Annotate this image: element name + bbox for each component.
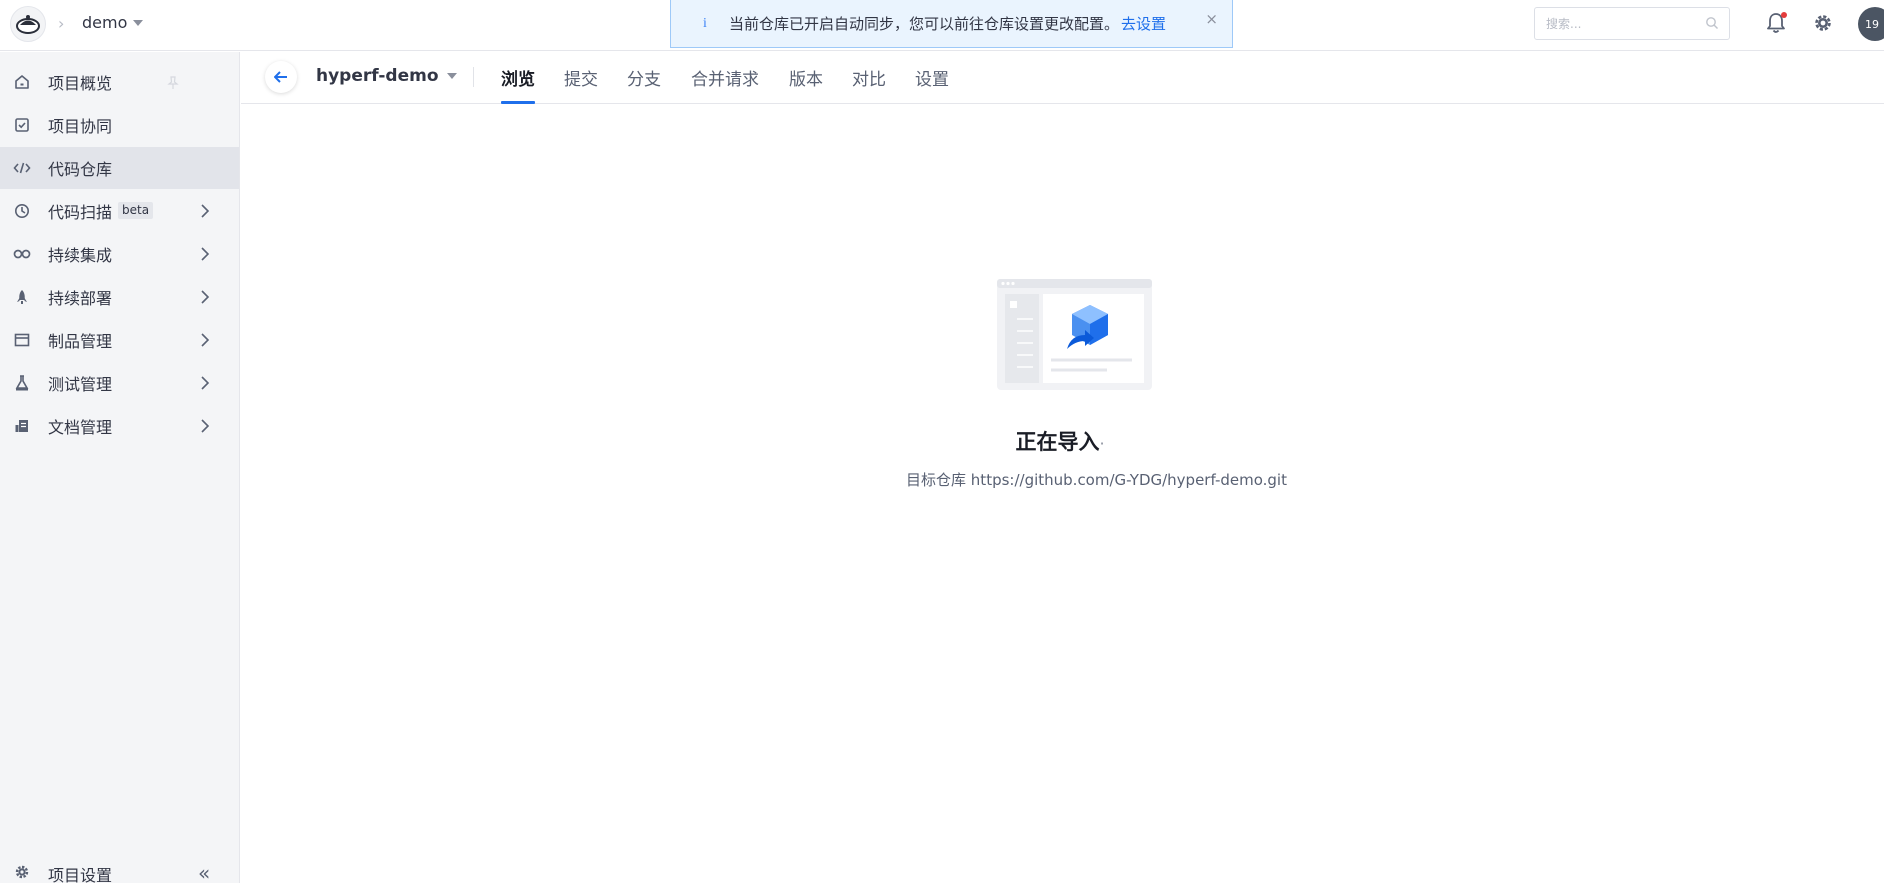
chevron-right-icon xyxy=(200,289,210,309)
importing-illustration xyxy=(997,279,1152,390)
chevron-right-icon xyxy=(200,332,210,352)
sidebar-item-collaboration[interactable]: 项目协同 xyxy=(0,104,239,146)
breadcrumb-project-label: demo xyxy=(82,13,128,32)
app-logo-icon[interactable] xyxy=(10,6,46,42)
import-target-repo: 目标仓库 https://github.com/G-YDG/hyperf-dem… xyxy=(906,471,1287,489)
repo-header: hyperf-demo 浏览 提交 分支 合并请求 版本 对比 设置 xyxy=(241,52,1884,104)
import-status-text: 正在导入 xyxy=(1015,430,1100,454)
notification-dot xyxy=(1781,12,1787,18)
user-avatar[interactable]: 19 xyxy=(1858,7,1884,41)
close-icon[interactable]: × xyxy=(1205,10,1218,28)
tab-compare[interactable]: 对比 xyxy=(852,65,886,104)
sync-notice-banner: i 当前仓库已开启自动同步，您可以前往仓库设置更改配置。 去设置 × xyxy=(670,0,1233,48)
box-icon xyxy=(13,331,31,349)
tab-branches[interactable]: 分支 xyxy=(627,65,661,104)
tab-settings[interactable]: 设置 xyxy=(915,65,949,104)
sidebar-item-label: 代码扫描 xyxy=(48,203,113,222)
top-bar: › demo i 当前仓库已开启自动同步，您可以前往仓库设置更改配置。 去设置 … xyxy=(0,0,1884,51)
tab-commits[interactable]: 提交 xyxy=(564,65,598,104)
sidebar-item-label: 测试管理 xyxy=(48,375,113,394)
search-input[interactable]: 搜索... xyxy=(1534,7,1730,40)
chevron-right-icon xyxy=(200,246,210,266)
infinity-icon xyxy=(13,245,31,263)
breadcrumb-project[interactable]: demo xyxy=(82,13,144,32)
sidebar-item-cd[interactable]: 持续部署 xyxy=(0,276,239,318)
notice-text: 当前仓库已开启自动同步，您可以前往仓库设置更改配置。 xyxy=(729,15,1120,33)
gear-icon[interactable] xyxy=(1812,12,1834,38)
goto-settings-link[interactable]: 去设置 xyxy=(1121,13,1166,34)
back-button[interactable] xyxy=(265,61,297,93)
sidebar-item-label: 代码仓库 xyxy=(48,160,113,179)
pin-icon[interactable] xyxy=(166,75,180,94)
sidebar-item-label: 项目协同 xyxy=(48,117,113,136)
code-icon xyxy=(13,159,31,177)
breadcrumb-separator-icon: › xyxy=(58,14,65,33)
collapse-sidebar-icon[interactable]: « xyxy=(198,863,210,883)
check-square-icon xyxy=(13,116,31,134)
notification-bell-icon[interactable] xyxy=(1766,12,1787,38)
repo-selector[interactable]: hyperf-demo xyxy=(316,66,457,86)
tab-browse[interactable]: 浏览 xyxy=(501,65,535,104)
repo-name: hyperf-demo xyxy=(316,66,439,86)
search-placeholder: 搜索... xyxy=(1546,17,1582,31)
project-settings-label: 项目设置 xyxy=(48,866,113,883)
arrow-left-icon xyxy=(274,71,287,83)
tab-releases[interactable]: 版本 xyxy=(789,65,823,104)
info-icon: i xyxy=(703,15,707,31)
scan-icon xyxy=(13,202,31,220)
flask-icon xyxy=(13,374,31,392)
sidebar-item-code-scan[interactable]: 代码扫描 beta xyxy=(0,190,239,232)
avatar-text: 19 xyxy=(1865,17,1879,31)
loading-dots: · xyxy=(1099,434,1105,453)
chevron-right-icon xyxy=(200,375,210,395)
beta-badge: beta xyxy=(118,202,154,219)
caret-down-icon xyxy=(446,73,457,79)
caret-down-icon xyxy=(133,19,144,26)
home-icon xyxy=(13,73,31,91)
sidebar-item-testing[interactable]: 测试管理 xyxy=(0,362,239,404)
divider xyxy=(473,67,474,87)
sidebar-item-label: 项目概览 xyxy=(48,74,113,93)
chevron-right-icon xyxy=(200,203,210,223)
tab-merge-requests[interactable]: 合并请求 xyxy=(691,65,759,104)
sidebar-item-label: 持续部署 xyxy=(48,289,113,308)
rocket-icon xyxy=(13,288,31,306)
sidebar-item-ci[interactable]: 持续集成 xyxy=(0,233,239,275)
project-settings-item[interactable]: 项目设置 « xyxy=(0,852,239,883)
import-status-title: 正在导入· xyxy=(0,426,1884,456)
sidebar: 项目概览 项目协同 代码仓库 代码扫描 beta 持续集成 持续部署 制品管理 … xyxy=(0,52,240,883)
gear-icon xyxy=(14,864,30,883)
sidebar-item-label: 持续集成 xyxy=(48,246,113,265)
sidebar-item-label: 制品管理 xyxy=(48,332,113,351)
search-icon xyxy=(1706,17,1718,29)
sidebar-item-artifacts[interactable]: 制品管理 xyxy=(0,319,239,361)
sidebar-item-overview[interactable]: 项目概览 xyxy=(0,61,239,103)
sidebar-item-code-repo[interactable]: 代码仓库 xyxy=(0,147,239,189)
